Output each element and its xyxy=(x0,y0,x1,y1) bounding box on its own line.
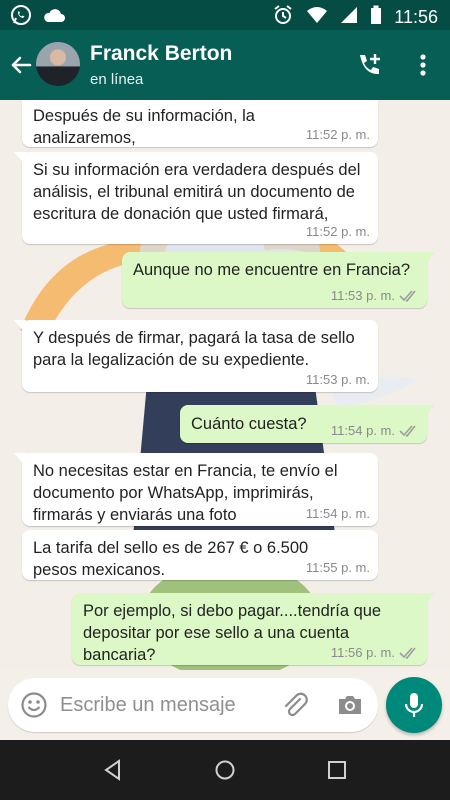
message-time: 11:55 p. m. xyxy=(305,560,370,575)
message-text: La tarifa del sello es de 267 € o 6.500 … xyxy=(33,539,309,579)
message-composer xyxy=(0,670,450,740)
message-text: Si su información era verdadera después … xyxy=(33,161,361,223)
message-time: 11:54 p. m. xyxy=(305,506,370,521)
mic-button[interactable] xyxy=(386,677,442,733)
message-time: 11:56 p. m. xyxy=(330,645,395,660)
wifi-icon xyxy=(306,6,328,29)
message-text: Aunque no me encuentre en Francia? xyxy=(133,261,411,279)
bubble-tail xyxy=(14,453,26,467)
message-input-container[interactable] xyxy=(8,678,378,732)
nav-home-icon[interactable] xyxy=(213,758,237,782)
bubble-tail xyxy=(423,252,435,266)
message-bubble-outgoing[interactable]: Aunque no me encuentre en Francia? 11:53… xyxy=(122,252,435,308)
message-time: 11:52 p. m. xyxy=(305,224,370,239)
battery-icon xyxy=(370,5,382,30)
whatsapp-icon xyxy=(10,4,32,31)
mic-icon xyxy=(404,693,424,717)
chat-area[interactable]: Después de su información, la analizarem… xyxy=(0,100,450,670)
contact-name[interactable]: Franck Berton xyxy=(90,42,232,66)
signal-icon xyxy=(340,6,358,29)
more-vert-icon[interactable] xyxy=(408,50,438,80)
message-bubble-incoming[interactable]: Después de su información, la analizarem… xyxy=(22,100,378,147)
cloud-icon xyxy=(42,6,66,29)
bubble-tail xyxy=(423,405,435,419)
message-input[interactable] xyxy=(60,692,270,718)
message-bubble-outgoing[interactable]: Por ejemplo, si debo pagar....tendría qu… xyxy=(72,593,435,665)
status-clock: 11:56 xyxy=(394,7,438,27)
camera-icon[interactable] xyxy=(336,691,364,719)
attach-icon[interactable] xyxy=(280,690,310,720)
message-text: Después de su información, la analizarem… xyxy=(33,107,255,147)
alarm-icon xyxy=(272,4,294,31)
message-bubble-incoming[interactable]: Y después de firmar, pagará la tasa de s… xyxy=(14,320,378,392)
back-arrow-icon[interactable] xyxy=(6,50,36,80)
add-call-icon[interactable] xyxy=(354,50,384,80)
message-bubble-incoming[interactable]: La tarifa del sello es de 267 € o 6.500 … xyxy=(22,530,378,580)
status-bar: 11:56 xyxy=(0,0,450,30)
message-time: 11:52 p. m. xyxy=(305,127,370,142)
chat-header: Franck Berton en línea xyxy=(0,30,450,100)
contact-status: en línea xyxy=(90,71,144,88)
double-check-icon xyxy=(399,289,416,302)
bubble-tail xyxy=(14,320,26,334)
emoji-icon[interactable] xyxy=(20,691,48,719)
message-bubble-outgoing[interactable]: Cuánto cuesta? 11:54 p. m. xyxy=(180,405,435,443)
nav-recents-icon[interactable] xyxy=(325,758,349,782)
message-bubble-incoming[interactable]: Si su información era verdadera después … xyxy=(14,152,378,244)
message-text: Y después de firmar, pagará la tasa de s… xyxy=(33,329,355,369)
nav-back-icon[interactable] xyxy=(101,758,125,782)
double-check-icon xyxy=(399,646,416,659)
system-nav-bar xyxy=(0,740,450,800)
message-time: 11:54 p. m. xyxy=(330,423,395,438)
message-time: 11:53 p. m. xyxy=(330,288,395,303)
message-bubble-incoming[interactable]: No necesitas estar en Francia, te envío … xyxy=(14,453,378,526)
avatar[interactable] xyxy=(36,42,80,86)
bubble-tail xyxy=(423,593,435,607)
message-time: 11:53 p. m. xyxy=(305,372,370,387)
double-check-icon xyxy=(399,424,416,437)
bubble-tail xyxy=(14,152,26,166)
